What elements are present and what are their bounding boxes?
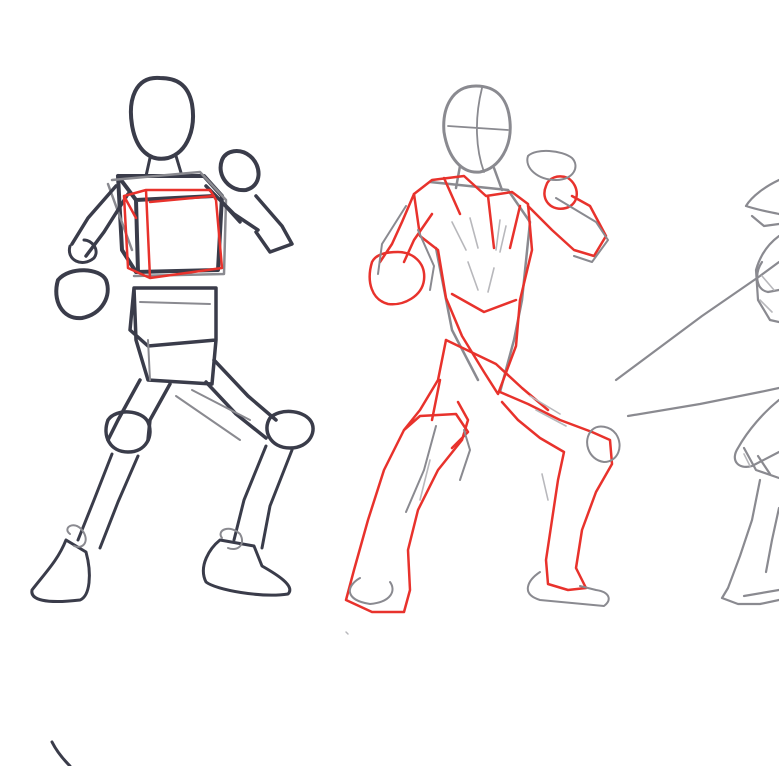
partial-figure-legs (720, 478, 779, 606)
mannequin-figure (30, 75, 315, 604)
refined-left-arm-sketch (377, 205, 435, 291)
refined-left-arm (368, 192, 434, 306)
mannequin-right-fist (218, 149, 261, 193)
stray-stroke (50, 740, 72, 766)
partial-figure-torso (754, 234, 779, 324)
partial-figure-skirt (733, 398, 779, 480)
mannequin-right-knee (265, 409, 315, 450)
partial-figure (614, 178, 779, 606)
refined-right-leg-sketch (527, 425, 621, 607)
drawing-canvas (0, 0, 779, 766)
refined-figure (344, 84, 621, 614)
refined-left-leg (344, 338, 470, 614)
mannequin-head (129, 75, 195, 161)
partial-figure-hatching (743, 275, 775, 467)
mannequin-right-shin (232, 444, 294, 550)
refined-right-arm (526, 175, 608, 258)
refined-right-leg (498, 390, 614, 592)
mannequin-left-fist (54, 268, 110, 321)
mannequin-left-foot (30, 538, 91, 604)
mannequin-right-thigh-sketch (175, 389, 251, 441)
mannequin-left-shin (76, 452, 140, 550)
mannequin-right-foot-sketch (219, 527, 244, 550)
stray-dot (345, 631, 349, 635)
mannequin-right-foot (201, 538, 292, 597)
mannequin-left-thigh (106, 378, 172, 442)
partial-figure-head (744, 178, 779, 228)
sketch-svg (30, 75, 779, 766)
partial-figure-sword-blade (614, 260, 779, 418)
